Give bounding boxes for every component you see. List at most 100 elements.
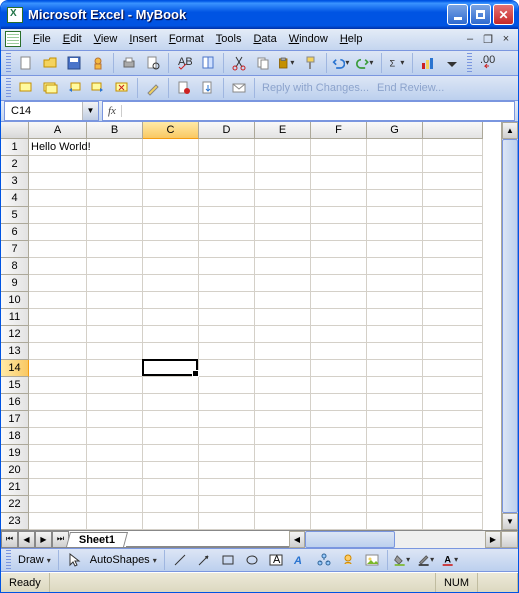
cell-E2[interactable] (255, 156, 311, 173)
cell-C21[interactable] (143, 479, 199, 496)
cell-C20[interactable] (143, 462, 199, 479)
cell-E16[interactable] (255, 394, 311, 411)
cell-B22[interactable] (87, 496, 143, 513)
cell-E21[interactable] (255, 479, 311, 496)
cell-E8[interactable] (255, 258, 311, 275)
cell-D3[interactable] (199, 173, 255, 190)
cell-G8[interactable] (367, 258, 423, 275)
cell-F2[interactable] (311, 156, 367, 173)
textbox-button[interactable]: A (265, 549, 287, 571)
menu-view[interactable]: View (88, 30, 124, 48)
cell-A4[interactable] (29, 190, 87, 207)
row-header-17[interactable]: 17 (1, 411, 29, 428)
cell-A12[interactable] (29, 326, 87, 343)
cell-F4[interactable] (311, 190, 367, 207)
permission-button[interactable] (87, 52, 109, 74)
cut-button[interactable] (228, 52, 250, 74)
cell-E18[interactable] (255, 428, 311, 445)
cell-F15[interactable] (311, 377, 367, 394)
cell-D5[interactable] (199, 207, 255, 224)
cell-E15[interactable] (255, 377, 311, 394)
vertical-scrollbar[interactable]: ▲ ▼ (501, 122, 518, 530)
row-header-9[interactable]: 9 (1, 275, 29, 292)
cell-A23[interactable] (29, 513, 87, 530)
toolbar-grip[interactable] (467, 53, 472, 73)
cell-E10[interactable] (255, 292, 311, 309)
cell-F3[interactable] (311, 173, 367, 190)
horizontal-scrollbar[interactable]: ◀ ▶ (289, 531, 501, 548)
cell-A20[interactable] (29, 462, 87, 479)
scroll-down-button[interactable]: ▼ (502, 513, 518, 530)
row-header-12[interactable]: 12 (1, 326, 29, 343)
arrow-button[interactable] (193, 549, 215, 571)
cell-F5[interactable] (311, 207, 367, 224)
cell-B7[interactable] (87, 241, 143, 258)
tab-first-button[interactable]: ⏮ (1, 531, 18, 548)
cell-D13[interactable] (199, 343, 255, 360)
cell-G6[interactable] (367, 224, 423, 241)
cell-A22[interactable] (29, 496, 87, 513)
cell-A5[interactable] (29, 207, 87, 224)
show-comments-button[interactable] (39, 77, 61, 99)
save-button[interactable] (63, 52, 85, 74)
tab-prev-button[interactable]: ◀ (18, 531, 35, 548)
cell-G10[interactable] (367, 292, 423, 309)
cell-B13[interactable] (87, 343, 143, 360)
cell-C7[interactable] (143, 241, 199, 258)
format-painter-button[interactable] (300, 52, 322, 74)
cell-F12[interactable] (311, 326, 367, 343)
cell-G17[interactable] (367, 411, 423, 428)
cell-F17[interactable] (311, 411, 367, 428)
cell-E5[interactable] (255, 207, 311, 224)
cell-A14[interactable] (29, 360, 87, 377)
cell-E23[interactable] (255, 513, 311, 530)
cell-C4[interactable] (143, 190, 199, 207)
menu-format[interactable]: Format (163, 30, 210, 48)
new-comment-button[interactable] (15, 77, 37, 99)
col-header-B[interactable]: B (87, 122, 143, 139)
col-header-D[interactable]: D (199, 122, 255, 139)
cell-B17[interactable] (87, 411, 143, 428)
vertical-scroll-track[interactable] (502, 139, 518, 513)
cell-E13[interactable] (255, 343, 311, 360)
cell-G4[interactable] (367, 190, 423, 207)
row-header-22[interactable]: 22 (1, 496, 29, 513)
oval-button[interactable] (241, 549, 263, 571)
cell-E20[interactable] (255, 462, 311, 479)
scroll-up-button[interactable]: ▲ (502, 122, 518, 139)
cell-F13[interactable] (311, 343, 367, 360)
cell-B8[interactable] (87, 258, 143, 275)
document-icon[interactable] (5, 31, 21, 47)
worksheet-grid[interactable]: ABCDEFG1Hello World!23456789101112131415… (1, 122, 501, 530)
cell-F21[interactable] (311, 479, 367, 496)
delete-comment-button[interactable] (111, 77, 133, 99)
row-header-23[interactable]: 23 (1, 513, 29, 530)
cell-E6[interactable] (255, 224, 311, 241)
cell-D18[interactable] (199, 428, 255, 445)
toolbar-grip[interactable] (6, 78, 11, 98)
scroll-right-button[interactable]: ▶ (485, 531, 501, 548)
cell-C8[interactable] (143, 258, 199, 275)
tab-next-button[interactable]: ▶ (35, 531, 52, 548)
cell-A9[interactable] (29, 275, 87, 292)
cell-B15[interactable] (87, 377, 143, 394)
cell-E17[interactable] (255, 411, 311, 428)
cell-G5[interactable] (367, 207, 423, 224)
cell-D17[interactable] (199, 411, 255, 428)
scroll-left-button[interactable]: ◀ (289, 531, 305, 548)
paste-button[interactable]: ▾ (276, 52, 298, 74)
cell-C15[interactable] (143, 377, 199, 394)
cell-D14[interactable] (199, 360, 255, 377)
cell-D15[interactable] (199, 377, 255, 394)
cell-A1[interactable]: Hello World! (29, 139, 87, 156)
cell-D9[interactable] (199, 275, 255, 292)
track-changes-button[interactable] (173, 77, 195, 99)
fill-color-button[interactable]: ▾ (392, 549, 414, 571)
print-preview-button[interactable] (142, 52, 164, 74)
cell-A21[interactable] (29, 479, 87, 496)
line-color-button[interactable]: ▾ (416, 549, 438, 571)
name-box[interactable]: C14 ▼ (4, 101, 99, 121)
cell-C17[interactable] (143, 411, 199, 428)
wordart-button[interactable]: A (289, 549, 311, 571)
end-review-button[interactable]: End Review... (373, 82, 448, 94)
